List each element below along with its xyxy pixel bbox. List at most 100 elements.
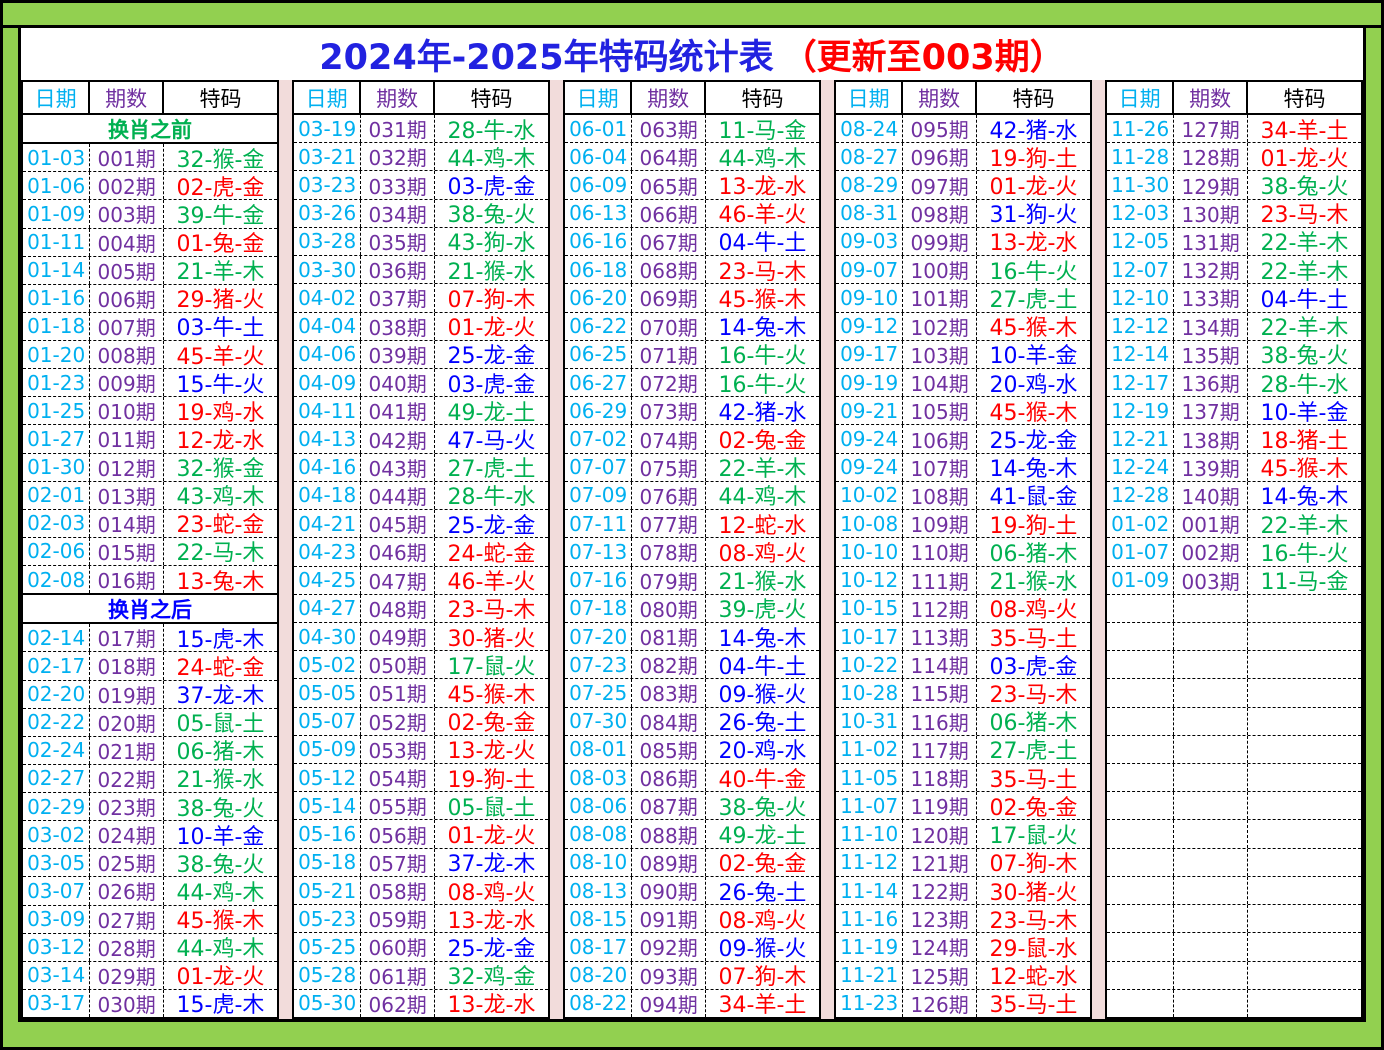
table-row: 10-08109期19-狗-土 (836, 509, 1090, 537)
code-cell: 46-羊-火 (706, 200, 819, 227)
table-row: 11-10120期17-鼠-火 (836, 819, 1090, 847)
code-cell (1248, 877, 1361, 904)
date-cell (1107, 933, 1174, 960)
col-header-date: 日期 (836, 82, 903, 113)
table-row: 04-23046期24-蛇-金 (294, 537, 548, 565)
period-cell: 125期 (903, 962, 977, 989)
page-title-update-status: （更新至003期） (782, 29, 1065, 80)
date-cell: 07-07 (565, 454, 632, 481)
table-row: 10-28115期23-马-木 (836, 678, 1090, 706)
period-cell: 044期 (361, 482, 435, 509)
code-cell: 23-马-木 (1248, 200, 1361, 227)
date-cell: 01-18 (23, 313, 90, 340)
col-header-date: 日期 (294, 82, 361, 113)
table-row: 02-20019期37-龙-木 (23, 680, 277, 708)
date-cell (1107, 849, 1174, 876)
code-cell (1248, 651, 1361, 678)
table-row: 12-19137期10-羊-金 (1107, 396, 1361, 424)
code-cell: 27-虎-土 (435, 454, 548, 481)
period-cell: 072期 (632, 369, 706, 396)
table-row: 01-20008期45-羊-火 (23, 340, 277, 368)
period-cell (1174, 623, 1248, 650)
date-cell: 01-09 (23, 200, 90, 227)
period-cell: 119期 (903, 792, 977, 819)
table-row: 03-02024期10-羊-金 (23, 820, 277, 848)
table-row: 01-09003期39-牛-金 (23, 199, 277, 227)
stats-table-area: 日期 期数 特码 换肖之前01-03001期32-猴-金01-06002期02-… (21, 80, 1363, 1019)
date-cell: 04-16 (294, 454, 361, 481)
empty-row (1107, 848, 1361, 876)
code-cell: 25-龙-金 (435, 933, 548, 960)
code-cell: 17-鼠-火 (977, 820, 1090, 847)
code-cell: 28-牛-水 (1248, 369, 1361, 396)
code-cell: 01-龙-火 (1248, 143, 1361, 170)
empty-row (1107, 791, 1361, 819)
date-cell: 02-22 (23, 709, 90, 736)
period-cell: 120期 (903, 820, 977, 847)
code-cell: 28-牛-水 (435, 115, 548, 142)
date-cell: 05-23 (294, 905, 361, 932)
period-cell: 023期 (90, 793, 164, 820)
code-cell: 10-羊-金 (977, 341, 1090, 368)
period-cell: 062期 (361, 990, 435, 1017)
col-header-code: 特码 (977, 82, 1090, 113)
table-row: 07-11077期12-蛇-水 (565, 509, 819, 537)
code-cell: 22-羊-木 (1248, 313, 1361, 340)
table-row: 12-05131期22-羊-木 (1107, 227, 1361, 255)
table-row: 12-12134期22-羊-木 (1107, 312, 1361, 340)
code-cell: 45-羊-火 (164, 341, 277, 368)
date-cell (1107, 651, 1174, 678)
date-cell: 08-22 (565, 990, 632, 1017)
date-cell: 05-09 (294, 736, 361, 763)
date-cell: 06-29 (565, 397, 632, 424)
empty-row (1107, 707, 1361, 735)
code-cell: 13-龙-水 (706, 171, 819, 198)
code-cell: 09-猴-火 (706, 933, 819, 960)
table-row: 03-05025期38-兔-火 (23, 848, 277, 876)
period-cell: 018期 (90, 652, 164, 679)
table-row: 11-19124期29-鼠-水 (836, 932, 1090, 960)
period-cell: 019期 (90, 681, 164, 708)
table-row: 10-17113期35-马-土 (836, 622, 1090, 650)
code-cell: 25-龙-金 (977, 425, 1090, 452)
table-row: 03-12028期44-鸡-木 (23, 933, 277, 961)
code-cell: 16-牛-火 (706, 341, 819, 368)
table-row: 02-22020期05-鼠-土 (23, 708, 277, 736)
code-cell: 19-狗-土 (977, 510, 1090, 537)
code-cell: 01-兔-金 (164, 229, 277, 256)
date-cell: 09-07 (836, 256, 903, 283)
code-cell: 08-鸡-火 (706, 905, 819, 932)
date-cell (1107, 990, 1174, 1017)
col-header-code: 特码 (706, 82, 819, 113)
period-cell: 031期 (361, 115, 435, 142)
period-cell: 131期 (1174, 228, 1248, 255)
date-cell: 06-09 (565, 171, 632, 198)
empty-row (1107, 622, 1361, 650)
code-cell: 24-蛇-金 (164, 652, 277, 679)
period-cell: 114期 (903, 651, 977, 678)
period-cell: 006期 (90, 285, 164, 312)
rows-container: 06-01063期11-马-金06-04064期44-鸡-木06-09065期1… (565, 115, 819, 1017)
code-cell: 44-鸡-木 (435, 143, 548, 170)
code-cell: 15-牛-火 (164, 369, 277, 396)
period-cell: 001期 (1174, 510, 1248, 537)
date-cell: 07-30 (565, 708, 632, 735)
code-cell: 12-蛇-水 (977, 962, 1090, 989)
table-row: 06-01063期11-马-金 (565, 115, 819, 142)
period-cell: 093期 (632, 962, 706, 989)
code-cell: 19-鸡-水 (164, 397, 277, 424)
date-cell (1107, 764, 1174, 791)
code-cell: 45-猴-木 (706, 284, 819, 311)
code-cell: 02-兔-金 (706, 849, 819, 876)
table-row: 08-24095期42-猪-水 (836, 115, 1090, 142)
period-cell: 130期 (1174, 200, 1248, 227)
code-cell: 08-鸡-火 (977, 595, 1090, 622)
rows-container: 03-19031期28-牛-水03-21032期44-鸡-木03-23033期0… (294, 115, 548, 1017)
table-row: 08-10089期02-兔-金 (565, 848, 819, 876)
period-cell: 139期 (1174, 454, 1248, 481)
table-row: 07-13078期08-鸡-火 (565, 537, 819, 565)
period-cell: 108期 (903, 482, 977, 509)
table-row: 11-07119期02-兔-金 (836, 791, 1090, 819)
code-cell: 46-羊-火 (435, 567, 548, 594)
period-cell: 134期 (1174, 313, 1248, 340)
